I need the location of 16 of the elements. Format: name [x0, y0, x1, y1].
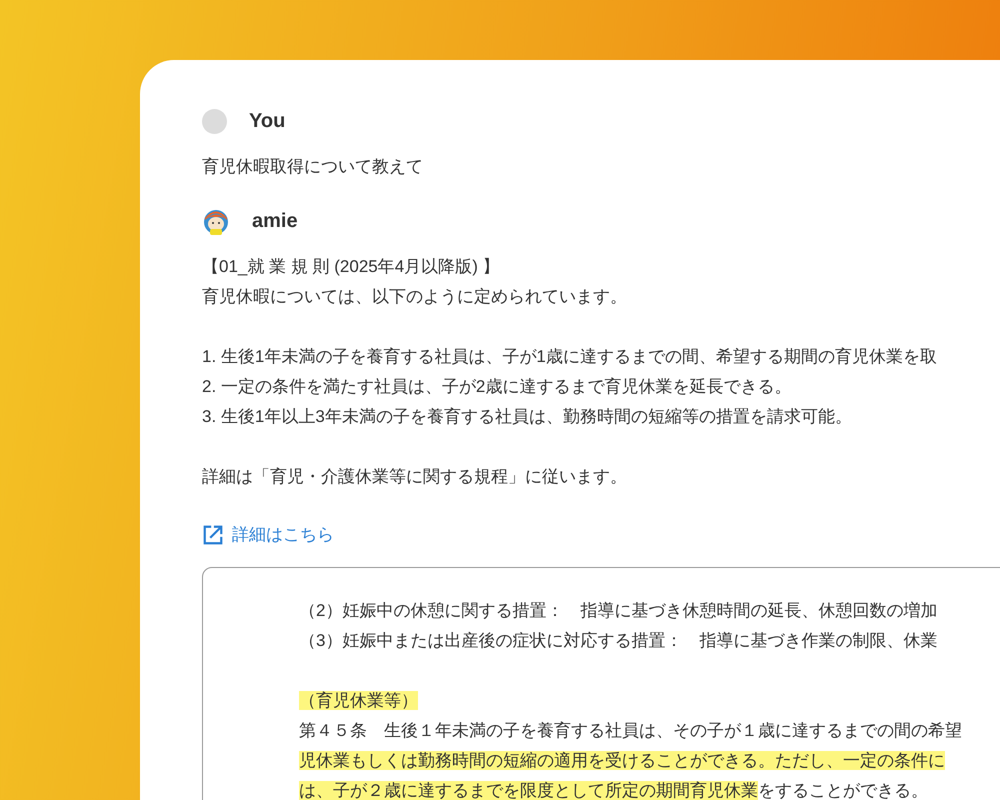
bot-avatar-icon [202, 207, 230, 235]
message-text: 育児休暇については、以下のように定められています。 [202, 286, 628, 308]
author-name: You [249, 110, 286, 132]
external-link-icon [202, 524, 224, 546]
user-avatar-icon [202, 108, 227, 134]
details-link[interactable]: 詳細はこちら [202, 520, 334, 550]
message-text: 【01_就 業 規 則 (2025年4月以降版) 】 [202, 256, 501, 278]
message-text: 3. 生後1年以上3年未満の子を養育する社員は、勤務時間の短縮等の措置を請求可能。 [202, 406, 853, 428]
document-line: （2）妊娠中の休憩に関する措置： 指導に基づき休憩時間の延長、休憩回数の増加 [299, 600, 938, 622]
message-text: 2. 一定の条件を満たす社員は、子が2歳に達するまで育児休業を延長できる。 [202, 376, 792, 398]
message-text: 育児休暇取得について教えて [202, 156, 424, 178]
document-line: 第４５条 生後１年未満の子を養育する社員は、その子が１歳に達するまでの間の希望 [299, 720, 963, 742]
author-name: amie [252, 210, 298, 232]
message-text: 1. 生後1年未満の子を養育する社員は、子が1歳に達するまでの間、希望する期間の育児休業を取 [202, 346, 938, 368]
document-line: （3）妊娠中または出産後の症状に対応する措置： 指導に基づき作業の制限、休業 [299, 630, 938, 652]
message-text: 詳細は「育児・介護休業等に関する規程」に従います。 [202, 466, 628, 488]
